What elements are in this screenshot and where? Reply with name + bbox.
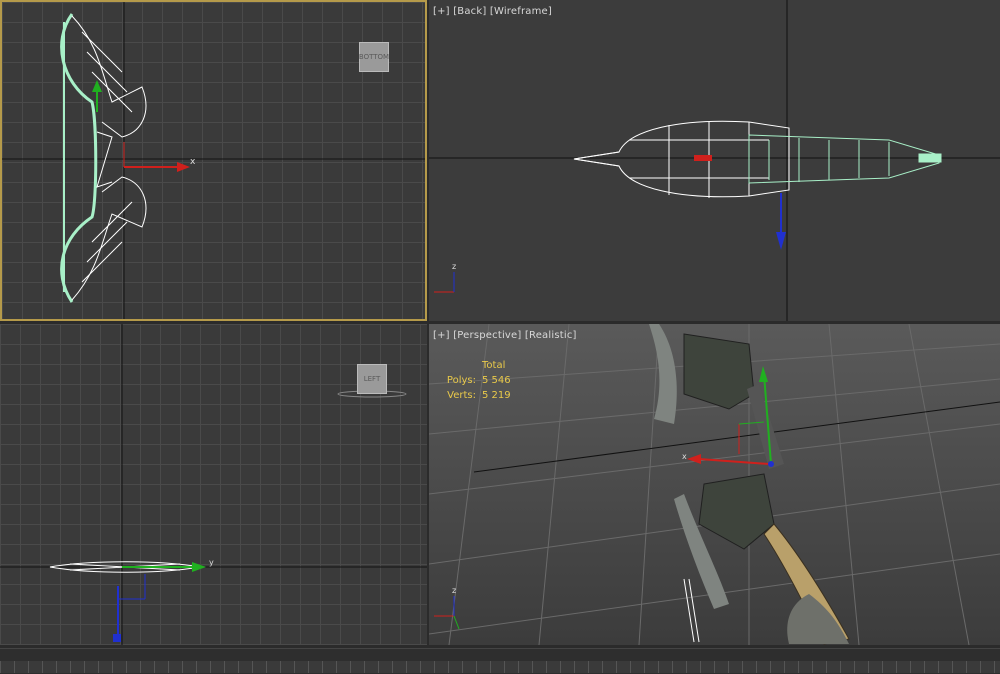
scene-statistics: Total Polys: 5 546 Verts: 5 219 (442, 358, 511, 403)
stats-verts-value: 5 219 (482, 390, 511, 401)
stats-verts-label: Verts: (447, 390, 476, 401)
viewport-menu-shading[interactable]: [Realistic] (525, 330, 577, 341)
viewcube-label: LEFT (363, 375, 381, 383)
viewcube[interactable]: BOTTOM (359, 42, 389, 72)
bow-wireframe (60, 13, 147, 303)
bow-wireframe-back (573, 120, 790, 198)
viewcube-label: BOTTOM (358, 53, 390, 61)
viewport-top-right-canvas (429, 0, 1000, 321)
viewport-top-right[interactable]: [+] [Back] [Wireframe] z (429, 0, 1000, 321)
stats-total-label: Total (482, 360, 506, 371)
stats-polys-label: Polys: (446, 375, 476, 386)
axis-x-label: x (682, 452, 687, 461)
axis-z-label: z (452, 586, 457, 595)
axis-y-label: y (209, 558, 214, 567)
timeline-bar[interactable] (0, 648, 1000, 674)
viewport-bottom-right[interactable]: [+] [Perspective] [Realistic] Total Poly… (429, 324, 1000, 645)
stats-polys-row: Polys: 5 546 (442, 373, 511, 388)
stats-polys-value: 5 546 (482, 375, 511, 386)
axis-x-label: x (190, 157, 196, 167)
viewport-menu-plus[interactable]: [+] (433, 330, 450, 341)
viewport-label: [+] [Perspective] [Realistic] (433, 330, 577, 341)
viewport-bottom-left[interactable]: y LEFT (0, 324, 427, 645)
viewcube[interactable]: LEFT (357, 364, 387, 394)
axis-z-label: z (452, 262, 457, 271)
viewport-bottom-right-canvas (429, 324, 1000, 645)
stats-verts-row: Verts: 5 219 (442, 388, 511, 403)
viewport-top-left[interactable]: x BOTTOM (0, 0, 427, 321)
timeline-ruler[interactable] (0, 661, 1000, 673)
viewport-menu-view[interactable]: [Perspective] (453, 330, 521, 341)
bow-wireframe-selected (748, 134, 942, 184)
